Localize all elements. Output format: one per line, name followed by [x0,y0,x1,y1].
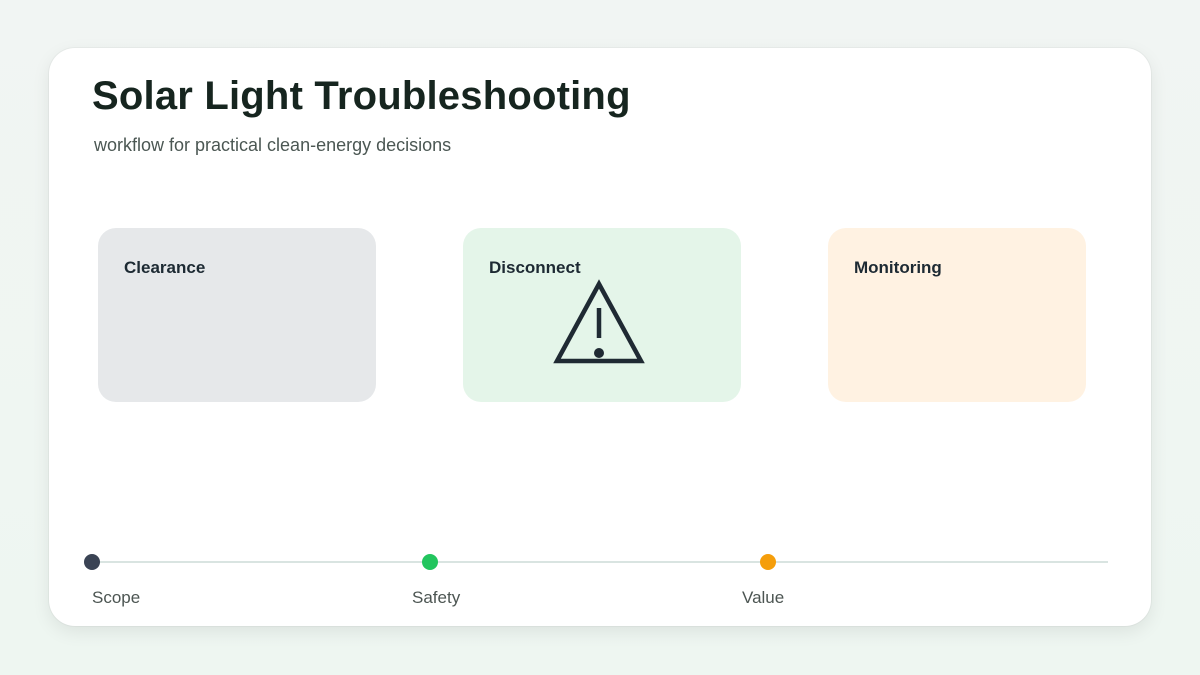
page-subtitle: workflow for practical clean-energy deci… [94,135,452,155]
warning-triangle-icon [553,279,645,364]
step-clearance: Clearance [98,228,376,402]
milestone-label-value: Value [742,588,785,607]
page-title: Solar Light Troubleshooting [92,74,631,118]
step-monitoring: Monitoring [828,228,1086,402]
diagram-card: Solar Light Troubleshooting workflow for… [49,48,1151,626]
step-disconnect: Disconnect [463,228,741,402]
milestone-dot-scope [84,554,100,570]
milestone-label-scope: Scope [92,588,141,607]
milestone-label-safety: Safety [412,588,461,607]
milestone-dot-safety [422,554,438,570]
timeline-line [91,561,1108,563]
step-label: Disconnect [489,258,581,277]
step-label: Clearance [124,258,206,277]
milestone-dot-value [760,554,776,570]
step-label: Monitoring [854,258,942,277]
